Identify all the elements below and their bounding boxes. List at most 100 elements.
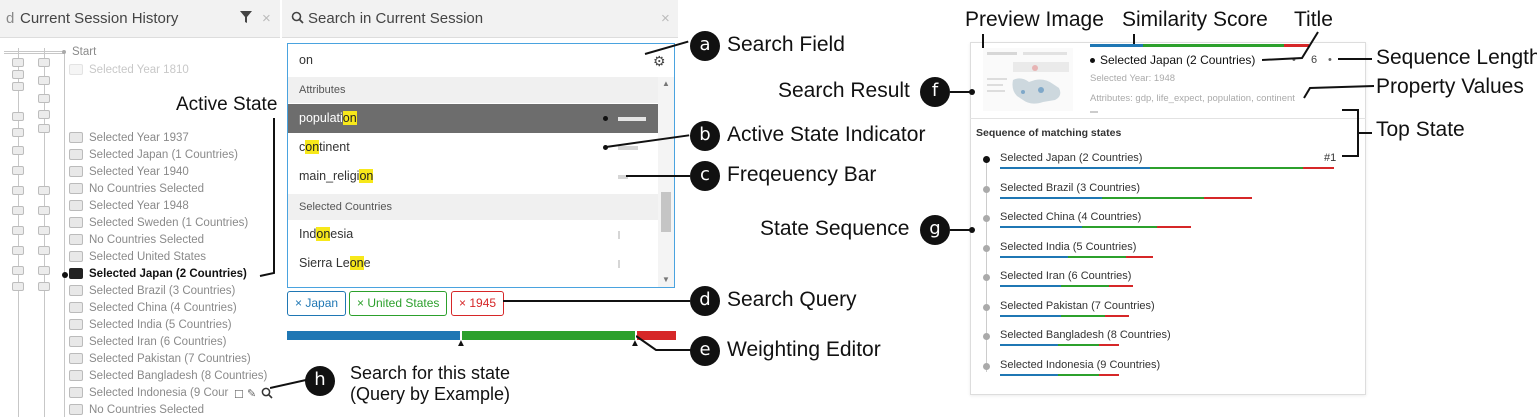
query-chip[interactable]: × United States xyxy=(349,291,448,316)
history-item[interactable]: Selected Year 1937 xyxy=(89,130,189,146)
sequence-item[interactable]: Selected Pakistan (7 Countries) xyxy=(1000,300,1155,312)
search-dropdown: ⚙ Attributes population continent main_r… xyxy=(287,43,675,288)
scrollbar-thumb[interactable] xyxy=(661,192,671,232)
history-item[interactable]: Start xyxy=(72,44,96,60)
leader-line xyxy=(1342,109,1372,157)
state-icon xyxy=(69,200,83,211)
history-item[interactable]: No Countries Selected xyxy=(89,181,204,197)
history-item[interactable]: Selected Brazil (3 Countries) xyxy=(89,283,235,299)
state-icon xyxy=(69,336,83,347)
scroll-up-icon[interactable]: ▲ xyxy=(662,79,670,88)
preview-image xyxy=(983,48,1073,111)
preview-image-label: Preview Image xyxy=(965,8,1104,31)
state-icon xyxy=(69,234,83,245)
sequence-heading: Sequence of matching states xyxy=(976,127,1122,139)
callout-d: d xyxy=(690,286,720,316)
history-item[interactable]: Selected United States xyxy=(89,249,206,265)
edit-icon[interactable]: ✎ xyxy=(247,387,256,400)
dropdown-option[interactable]: Indonesia xyxy=(288,220,658,249)
leader-line xyxy=(1262,31,1319,61)
leader-line xyxy=(270,379,307,389)
query-chip[interactable]: × 1945 xyxy=(451,291,505,316)
group-header: Attributes xyxy=(288,77,658,103)
history-item[interactable]: Selected Sweden (1 Countries) xyxy=(89,215,248,231)
dropdown-option[interactable]: continent xyxy=(288,133,658,162)
close-icon[interactable]: × xyxy=(262,10,271,27)
callout-e: e xyxy=(690,336,720,366)
history-item[interactable]: No Countries Selected xyxy=(89,402,204,417)
callout-f-label: Search Result xyxy=(778,79,910,102)
sequence-item[interactable]: Selected India (5 Countries) xyxy=(1000,241,1136,253)
callout-g: g xyxy=(920,215,950,245)
property-values: Attributes: gdp, life_expect, population… xyxy=(1090,93,1295,104)
frequency-bar xyxy=(618,231,620,239)
sequence-item[interactable]: Selected Brazil (3 Countries) xyxy=(1000,182,1140,194)
dropdown-scrollbar[interactable] xyxy=(658,77,674,287)
sequence-item[interactable]: Selected Bangladesh (8 Countries) xyxy=(1000,329,1171,341)
similarity-segment xyxy=(1090,44,1143,47)
history-item[interactable]: Selected Year 1810 xyxy=(89,62,189,78)
search-title: Search in Current Session xyxy=(308,10,484,27)
history-item[interactable]: Selected Japan (1 Countries) xyxy=(89,147,238,163)
gear-icon[interactable]: ⚙ xyxy=(653,53,666,70)
weight-segment[interactable] xyxy=(287,331,460,340)
search-header: Search in Current Session × xyxy=(282,0,678,38)
weighting-editor[interactable] xyxy=(287,331,676,340)
dropdown-option[interactable]: main_religion xyxy=(288,162,658,191)
filter-icon[interactable] xyxy=(240,11,252,25)
history-item-active[interactable]: Selected Japan (2 Countries) xyxy=(89,266,247,282)
weight-handle-icon[interactable]: ▲ xyxy=(456,338,466,349)
state-icon xyxy=(69,64,83,75)
callout-d-label: Search Query xyxy=(727,288,857,311)
state-icon xyxy=(69,353,83,364)
dropdown-option[interactable]: population xyxy=(288,104,658,133)
state-icon xyxy=(69,149,83,160)
weight-segment[interactable] xyxy=(462,331,635,340)
history-item[interactable]: Selected Bangladesh (8 Countries) xyxy=(89,368,267,384)
top-state-label: Top State xyxy=(1376,118,1465,141)
callout-h: h xyxy=(305,366,335,396)
history-item[interactable]: No Countries Selected xyxy=(89,232,204,248)
sequence-item[interactable]: Selected Iran (6 Countries) xyxy=(1000,270,1131,282)
dropdown-option[interactable]: Sierra Leone xyxy=(288,249,658,278)
sequence-item[interactable]: Selected China (4 Countries) xyxy=(1000,211,1141,223)
active-state-indicator xyxy=(603,116,608,121)
frequency-bar xyxy=(618,117,646,121)
history-item[interactable]: Selected Pakistan (7 Countries) xyxy=(89,351,251,367)
sequence-length-label: Sequence Length xyxy=(1376,46,1537,69)
state-icon xyxy=(69,166,83,177)
leader-line xyxy=(982,34,984,48)
close-icon[interactable]: × xyxy=(661,10,670,27)
state-icon xyxy=(69,285,83,296)
history-header: d Current Session History × xyxy=(0,0,280,38)
search-icon xyxy=(291,11,304,29)
sequence-item[interactable]: Selected Japan (2 Countries) xyxy=(1000,152,1142,164)
sequence-item[interactable]: Selected Indonesia (9 Countries) xyxy=(1000,359,1160,371)
leader-line xyxy=(1303,85,1375,99)
history-item[interactable]: Selected China (4 Countries) xyxy=(89,300,237,316)
callout-a: a xyxy=(690,31,720,61)
history-item[interactable]: Selected India (5 Countries) xyxy=(89,317,232,333)
state-icon xyxy=(69,251,83,262)
callout-e-label: Weighting Editor xyxy=(727,338,881,361)
top-rank: #1 xyxy=(1324,152,1337,164)
divider xyxy=(1090,111,1098,113)
state-icon xyxy=(69,302,83,313)
result-subtitle: Selected Year: 1948 xyxy=(1090,73,1176,84)
callout-h-label: Search for this state (Query by Example) xyxy=(349,363,511,404)
group-header: Selected Countries xyxy=(288,194,658,220)
state-icon xyxy=(69,132,83,143)
callout-c: c xyxy=(690,161,720,191)
sequence-line xyxy=(986,160,987,372)
history-item[interactable]: Selected Indonesia (9 Cour xyxy=(89,385,228,401)
query-chip[interactable]: × Japan xyxy=(287,291,347,316)
leader-line xyxy=(636,335,692,351)
history-item[interactable]: Selected Year 1940 xyxy=(89,164,189,180)
state-icon xyxy=(69,404,83,415)
history-item[interactable]: Selected Year 1948 xyxy=(89,198,189,214)
history-item[interactable]: Selected Iran (6 Countries) xyxy=(89,334,226,350)
bookmark-icon[interactable]: ☐ xyxy=(234,388,244,401)
scroll-down-icon[interactable]: ▼ xyxy=(662,275,670,284)
frequency-bar xyxy=(618,260,620,268)
search-input[interactable] xyxy=(288,44,674,76)
